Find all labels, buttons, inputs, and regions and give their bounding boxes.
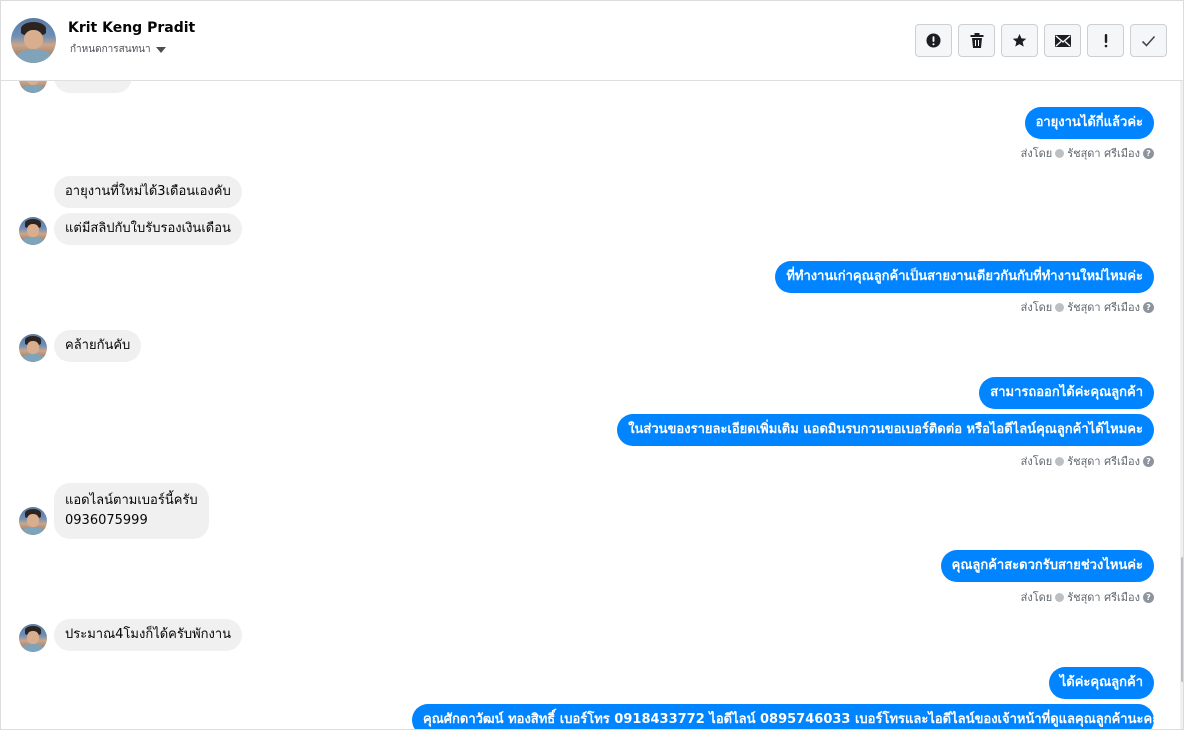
message-list[interactable]: อายุงานได้กี่แล้วค่ะ ส่งโดย รัชสุดา ศรีเ… [1,81,1183,729]
exclamation-icon [1104,34,1107,48]
incoming-message[interactable]: อายุงานที่ใหม่ได้3เดือนเองคับ [54,176,242,208]
check-icon [1055,456,1065,466]
important-button[interactable] [1087,24,1124,57]
check-icon [1055,148,1065,158]
outgoing-message[interactable]: ได้ค่ะคุณลูกค้า [1048,667,1154,699]
outgoing-message[interactable]: คุณศักดาวัฒน์ ทองสิทธิ์ เบอร์โทร 0918433… [412,704,1154,729]
conversation-settings-label: กำหนดการสนทนา [70,44,151,55]
sent-by-info: ส่งโดย รัชสุดา ศรีเมือง ? [1021,588,1154,606]
help-icon[interactable]: ? [1143,455,1154,467]
outgoing-message[interactable]: ในส่วนของรายละเอียดเพิ่มเติม แอดมินรบกวน… [617,414,1154,446]
outgoing-message[interactable]: ที่ทำงานเก่าคุณลูกค้าเป็นสายงานเดียวกันก… [775,261,1154,293]
conversation-settings-dropdown[interactable]: กำหนดการสนทนา [70,42,166,57]
incoming-message-partial[interactable] [54,81,132,93]
sent-by-agent: รัชสุดา ศรีเมือง [1067,591,1140,604]
checkmark-icon [1141,35,1156,47]
incoming-message[interactable]: ประมาณ4โมงก็ได้ครับพักงาน [54,619,243,651]
star-button[interactable] [1001,24,1038,57]
incoming-message[interactable]: แต่มีสลิปกับใบรับรองเงินเดือน [54,213,242,245]
envelope-icon [1054,34,1071,47]
outgoing-message[interactable]: สามารถออกได้ค่ะคุณลูกค้า [979,377,1154,409]
sent-by-info: ส่งโดย รัชสุดา ศรีเมือง ? [1021,452,1154,470]
header-toolbar [915,24,1167,57]
sent-by-label: ส่งโดย [1020,301,1053,314]
contact-avatar-small [19,507,47,535]
conversation-header: Krit Keng Pradit กำหนดการสนทนา [1,1,1183,81]
help-icon[interactable]: ? [1143,301,1154,313]
message-line: 0936075999 [65,513,148,528]
outgoing-message[interactable]: อายุงานได้กี่แล้วค่ะ [1024,107,1154,139]
sent-by-info: ส่งโดย รัชสุดา ศรีเมือง ? [1021,144,1154,162]
sent-by-agent: รัชสุดา ศรีเมือง [1067,455,1140,468]
help-icon[interactable]: ? [1143,591,1154,603]
check-icon [1055,592,1065,602]
help-icon[interactable]: ? [1143,147,1154,159]
caret-down-icon [155,46,166,53]
contact-avatar-small [19,81,47,93]
alert-circle-icon [926,33,941,48]
sent-by-label: ส่งโดย [1020,591,1053,604]
trash-icon [970,33,983,48]
chat-window: Krit Keng Pradit กำหนดการสนทนา อายุงานได… [0,0,1184,730]
outgoing-message[interactable]: คุณลูกค้าสะดวกรับสายช่วงไหนค่ะ [940,550,1154,582]
check-icon [1055,302,1065,312]
contact-avatar-small [19,334,47,362]
sent-by-label: ส่งโดย [1020,455,1053,468]
star-icon [1012,33,1027,47]
sent-by-agent: รัชสุดา ศรีเมือง [1067,301,1140,314]
incoming-message[interactable]: แอดไลน์ตามเบอร์นี้ครับ 0936075999 [54,483,209,539]
contact-avatar-small [19,624,47,652]
sent-by-info: ส่งโดย รัชสุดา ศรีเมือง ? [1021,298,1154,316]
spam-button[interactable] [915,24,952,57]
contact-avatar[interactable] [11,18,56,63]
incoming-message[interactable]: คล้ายกันคับ [54,330,142,362]
delete-button[interactable] [958,24,995,57]
contact-name[interactable]: Krit Keng Pradit [68,20,195,36]
done-button[interactable] [1130,24,1167,57]
sent-by-label: ส่งโดย [1020,147,1053,160]
mark-unread-button[interactable] [1044,24,1081,57]
sent-by-agent: รัชสุดา ศรีเมือง [1067,147,1140,160]
contact-avatar-small [19,217,47,245]
message-line: แอดไลน์ตามเบอร์นี้ครับ [65,493,198,508]
